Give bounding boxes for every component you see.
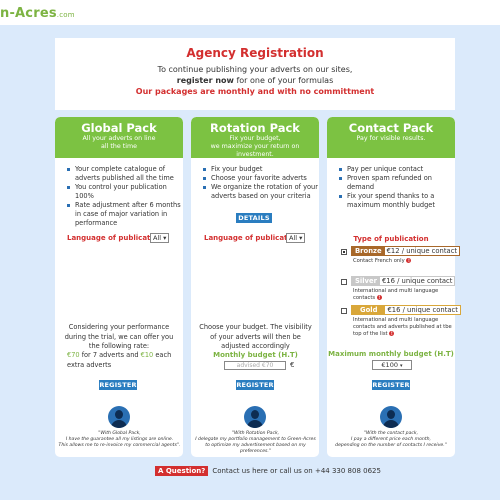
question-badge[interactable]: A Question? [155,466,209,476]
silver-checkbox[interactable] [341,279,347,285]
avatar-icon [108,406,130,428]
currency-symbol: € [290,361,295,369]
max-budget-label: Maximum monthly budget (H.T) [328,350,454,358]
contact-pack-subtitle: Pay for visible results. [356,135,426,142]
feature-item: Fix your budget [203,165,319,174]
monthly-budget-input[interactable]: advised €70 [224,361,286,370]
tier-name: Gold [352,306,386,314]
chevron-down-icon: ▾ [400,363,403,369]
rotation-pack-features: Fix your budget Choose your favorite adv… [191,158,319,201]
global-language-select[interactable]: All ▾ [150,233,170,243]
feature-item: Proven spam refunded on demand [339,174,455,192]
gold-description: International and multi language contact… [353,317,453,338]
contact-text[interactable]: Contact us here or call us on +44 330 80… [212,467,381,475]
rotation-register-button[interactable]: REGISTER [236,380,274,390]
tier-desc: International and multi language contact… [353,317,452,337]
quote-line: to optimize my advertisement based on my… [205,443,306,454]
max-budget-value: €100 [381,361,398,369]
rotation-pack-title: Rotation Pack [210,121,300,135]
feature-item: We organize the rotation of your adverts… [203,183,319,201]
contact-footer: A Question? Contact us here or call us on… [155,466,381,476]
tier-desc: Contact French only [353,258,405,264]
price-mid: for 7 adverts and [79,351,141,359]
global-pack-subtitle1: All your adverts on line [82,135,156,142]
page-title: Agency Registration [186,46,324,60]
tier-desc: International and multi language contact… [353,288,439,301]
feature-item: Rate adjustment after 6 months in case o… [67,201,183,228]
feature-item: Fix your spend thanks to a maximum month… [339,192,455,210]
intro-box: Agency Registration To continue publishi… [55,38,455,110]
bronze-checkbox[interactable] [341,249,347,255]
contact-pack-features: Pay per unique contact Proven spam refun… [327,158,455,210]
feature-item: Choose your favorite adverts [203,174,319,183]
rotation-pack-subtitle1: Fix your budget, [229,135,281,142]
tier-name: Silver [352,277,380,285]
price-10: €10 [140,351,154,359]
info-icon[interactable]: ! [389,331,395,336]
rotation-pack-header: Rotation Pack Fix your budget, we maximi… [191,117,319,158]
intro-line1: To continue publishing your adverts on o… [157,65,353,74]
gold-checkbox[interactable] [341,308,347,314]
tier-price: €12 / unique contact [384,247,460,255]
feature-item: You control your publication 100% [67,183,183,201]
register-now-text: register now [176,76,234,85]
rotation-testimonial: "With Rotation Pack, I delegate my portf… [192,431,319,455]
price-70: €70 [67,351,80,359]
details-button[interactable]: DETAILS [236,213,272,223]
top-bar: n-Acres.com [0,0,500,25]
avatar-icon [380,406,402,428]
global-testimonial: "With Global Pack, I have the guarantee … [57,431,182,449]
contact-testimonial: "With the contact pack, I pay a differen… [329,431,453,449]
monthly-budget-label: Monthly budget (H.T) [213,351,298,359]
max-budget-select[interactable]: €100 ▾ [372,360,412,370]
quote-line: depending on the number of contacts I re… [335,443,447,448]
global-offer-text: Considering your performance during the … [64,323,174,350]
gold-tier[interactable]: Gold €16 / unique contact [351,305,461,315]
quote-line: This allows me to re-invoice my commerci… [58,443,181,448]
global-pack-title: Global Pack [81,121,157,135]
tier-name: Bronze [352,247,385,255]
global-register-button[interactable]: REGISTER [99,380,137,390]
tier-price: €16 / unique contact [379,277,455,285]
rotation-budget-text: Choose your budget. The visibility of yo… [199,323,312,350]
silver-tier[interactable]: Silver €16 / unique contact [351,276,456,286]
intro-line2-rest: for one of your formulas [233,76,334,85]
type-of-publication-label: Type of publication [353,235,429,243]
global-price-text: €70 for 7 adverts and €10 each extra adv… [67,351,177,370]
global-pack-features: Your complete catalogue of adverts publi… [55,158,183,228]
feature-item: Pay per unique contact [339,165,455,174]
contact-pack-header: Contact Pack Pay for visible results. [327,117,455,158]
avatar-icon [244,406,266,428]
bronze-description: Contact French only ! [353,258,453,265]
contact-register-button[interactable]: REGISTER [372,380,410,390]
site-logo[interactable]: n-Acres.com [0,6,75,21]
logo-text: n-Acres [0,6,57,21]
rotation-language-select[interactable]: All ▾ [286,233,306,243]
info-icon[interactable]: ! [376,295,382,300]
bronze-tier[interactable]: Bronze €12 / unique contact [351,246,461,256]
global-pack-header: Global Pack All your adverts on line all… [55,117,183,158]
info-icon[interactable]: ! [406,258,412,263]
contact-pack-title: Contact Pack [348,121,434,135]
feature-item: Your complete catalogue of adverts publi… [67,165,183,183]
no-commitment-text: Our packages are monthly and with no com… [135,87,375,96]
global-pack-subtitle2: all the time [101,143,137,150]
global-language-label: Language of publication [67,234,163,242]
silver-description: International and multi language contact… [353,288,453,302]
rotation-pack-subtitle2: we maximize your return on investment. [210,143,300,158]
logo-domain: .com [56,11,75,19]
intro-line2: register now for one of your formulas [55,75,455,86]
tier-price: €16 / unique contact [385,306,460,314]
